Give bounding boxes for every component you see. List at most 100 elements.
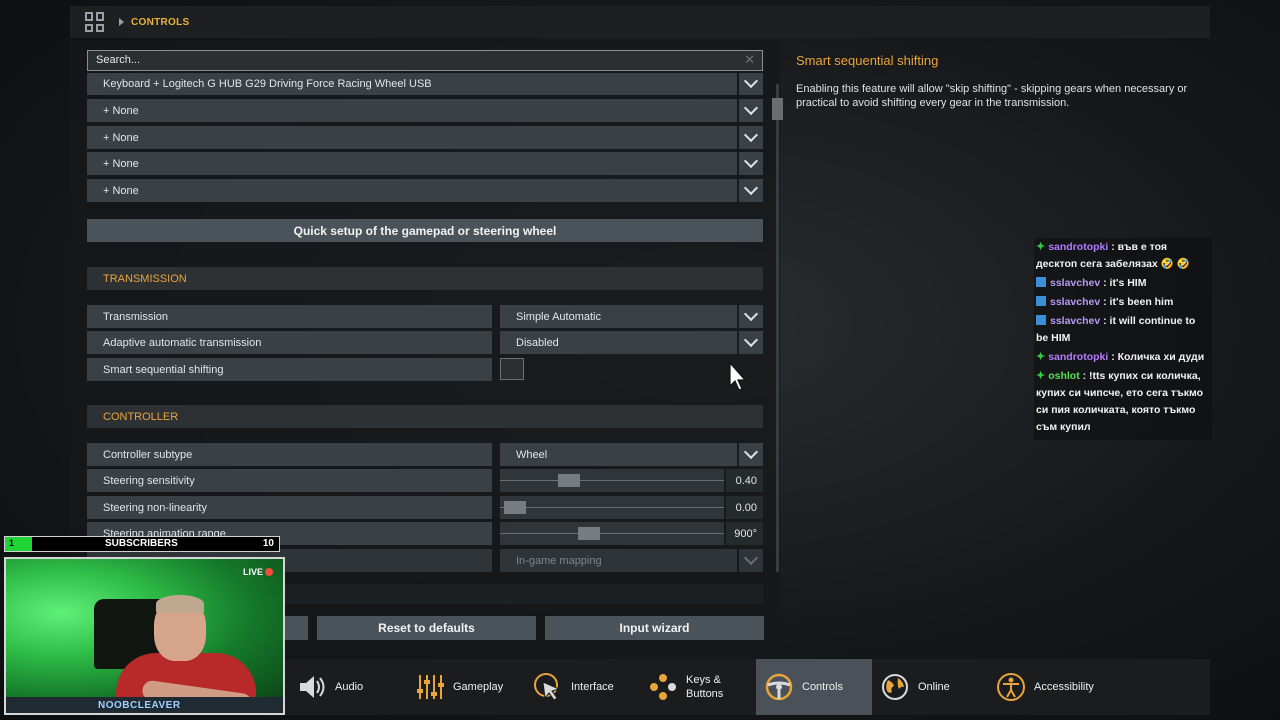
live-label: LIVE [242, 567, 263, 577]
adaptive-transmission-label: Adaptive automatic transmission [87, 331, 492, 354]
slider-thumb[interactable] [504, 501, 526, 514]
chat-username[interactable]: sslavchev [1050, 315, 1100, 327]
tab-interface[interactable]: Interface [533, 659, 643, 715]
tab-label: Online [918, 681, 950, 693]
slider-thumb[interactable] [577, 527, 600, 540]
streamer-name: NOOBCLEAVER [98, 700, 181, 711]
top-bar: CONTROLS [70, 6, 1210, 38]
device-dropdown-5[interactable] [739, 179, 763, 202]
live-dot-icon [265, 568, 273, 576]
section-header-controller: CONTROLLER [87, 405, 763, 428]
sub-badge-icon: ✦ [1036, 351, 1046, 363]
chat-text: : it's been him [1103, 296, 1174, 308]
input-wizard-button[interactable]: Input wizard [545, 616, 764, 640]
subscriber-count: 1 [9, 538, 15, 548]
device-slot-1[interactable]: Keyboard + Logitech G HUB G29 Driving Fo… [87, 73, 737, 95]
sub-badge-icon: ✦ [1036, 241, 1046, 253]
chat-message: ✦ sandrotopki : Количка хи дуди [1036, 349, 1210, 366]
speaker-icon [297, 672, 327, 702]
tab-label: Controls [802, 681, 843, 693]
quick-setup-button[interactable]: Quick setup of the gamepad or steering w… [87, 219, 763, 242]
category-tabbar: Audio Gameplay Interface Keys & Buttons … [285, 659, 1210, 715]
steering-animation-range-value: 900° [726, 522, 763, 545]
chat-text: : Количка хи дуди [1111, 351, 1205, 363]
webcam-person-hair [156, 595, 204, 613]
tab-audio[interactable]: Audio [297, 659, 397, 715]
sub-badge-icon: ✦ [1036, 370, 1046, 382]
chevron-down-icon [743, 153, 759, 169]
cursor-icon [533, 672, 563, 702]
search-placeholder: Search... [96, 54, 141, 66]
chat-username[interactable]: sandrotopki [1048, 351, 1108, 363]
smart-shifting-label: Smart sequential shifting [87, 358, 492, 381]
adaptive-transmission-select[interactable]: Disabled [500, 331, 737, 354]
mapping-dropdown[interactable] [739, 549, 763, 572]
chat-username[interactable]: oshlot [1048, 370, 1080, 382]
chevron-down-icon [743, 550, 759, 566]
tab-label: Gameplay [453, 681, 504, 693]
chat-message: ✦ sandrotopki : във е тоя десктоп сега за… [1036, 239, 1210, 273]
chevron-down-icon [743, 127, 759, 143]
adaptive-transmission-dropdown[interactable] [739, 331, 763, 354]
smart-shifting-checkbox[interactable] [500, 358, 524, 380]
tab-gameplay[interactable]: Gameplay [415, 659, 525, 715]
chat-username[interactable]: sandrotopki [1048, 241, 1108, 253]
mapping-select[interactable]: In-game mapping [500, 549, 737, 572]
device-label: + None [103, 184, 139, 197]
device-dropdown-2[interactable] [739, 99, 763, 122]
slider-thumb[interactable] [558, 474, 581, 487]
clear-search-icon[interactable]: ✕ [744, 52, 755, 68]
tab-label: Audio [335, 681, 364, 693]
transmission-dropdown[interactable] [739, 305, 763, 328]
controller-subtype-select[interactable]: Wheel [500, 443, 737, 466]
steering-sensitivity-value: 0.40 [726, 469, 763, 492]
steering-nonlinearity-slider[interactable] [500, 496, 724, 519]
breadcrumb[interactable]: CONTROLS [131, 17, 190, 28]
stream-chat: ✦ sandrotopki : във е тоя десктоп сега за… [1034, 238, 1212, 440]
info-title: Smart sequential shifting [796, 53, 939, 68]
section-header-transmission: TRANSMISSION [87, 267, 763, 290]
subscriber-goal-bar: 1 SUBSCRIBERS 10 [4, 536, 280, 552]
search-input[interactable]: Search... ✕ [87, 50, 763, 71]
subscriber-label: SUBSCRIBERS [105, 538, 178, 549]
tab-label: Interface [571, 681, 614, 693]
tab-label: Accessibility [1034, 681, 1094, 693]
scrollbar-track[interactable] [776, 84, 779, 572]
reset-defaults-button[interactable]: Reset to defaults [317, 616, 536, 640]
chat-username[interactable]: sslavchev [1050, 277, 1100, 289]
prime-badge-icon [1036, 277, 1046, 287]
controller-subtype-dropdown[interactable] [739, 443, 763, 466]
menu-grid-icon[interactable] [85, 12, 105, 32]
steering-nonlinearity-label: Steering non-linearity [87, 496, 492, 519]
prime-badge-icon [1036, 315, 1046, 325]
chat-text: : it's HIM [1103, 277, 1147, 289]
device-slot-3[interactable]: + None [87, 126, 737, 149]
chevron-down-icon [743, 100, 759, 116]
device-label: + None [103, 157, 139, 170]
info-description: Enabling this feature will allow "skip s… [796, 83, 1188, 109]
device-dropdown-4[interactable] [739, 152, 763, 175]
live-indicator: LIVE [243, 567, 273, 577]
chat-message: sslavchev : it will continue to be HIM [1036, 313, 1210, 347]
steering-sensitivity-slider[interactable] [500, 469, 724, 492]
tab-accessibility[interactable]: Accessibility [996, 659, 1126, 715]
device-dropdown-3[interactable] [739, 126, 763, 149]
steering-animation-range-slider[interactable] [500, 522, 724, 545]
device-label: + None [103, 131, 139, 144]
subscriber-goal: 10 [262, 538, 274, 549]
mouse-cursor-icon [729, 362, 747, 391]
device-label: Keyboard + Logitech G HUB G29 Driving Fo… [103, 77, 432, 90]
transmission-select[interactable]: Simple Automatic [500, 305, 737, 328]
device-slot-2[interactable]: + None [87, 99, 737, 122]
tab-label: Keys & Buttons [686, 674, 724, 700]
device-slot-4[interactable]: + None [87, 152, 737, 175]
device-dropdown-1[interactable] [739, 73, 763, 95]
chat-username[interactable]: sslavchev [1050, 296, 1100, 308]
tab-online[interactable]: Online [880, 659, 990, 715]
scrollbar-thumb[interactable] [772, 98, 783, 120]
tab-controls[interactable]: Controls [756, 659, 872, 715]
device-slot-5[interactable]: + None [87, 179, 737, 202]
tab-keys-buttons[interactable]: Keys & Buttons [648, 659, 758, 715]
webcam-overlay: LIVE NOOBCLEAVER [4, 557, 285, 715]
game-settings-screen: CONTROLS Search... ✕ Keyboard + Logitech… [0, 0, 1280, 720]
